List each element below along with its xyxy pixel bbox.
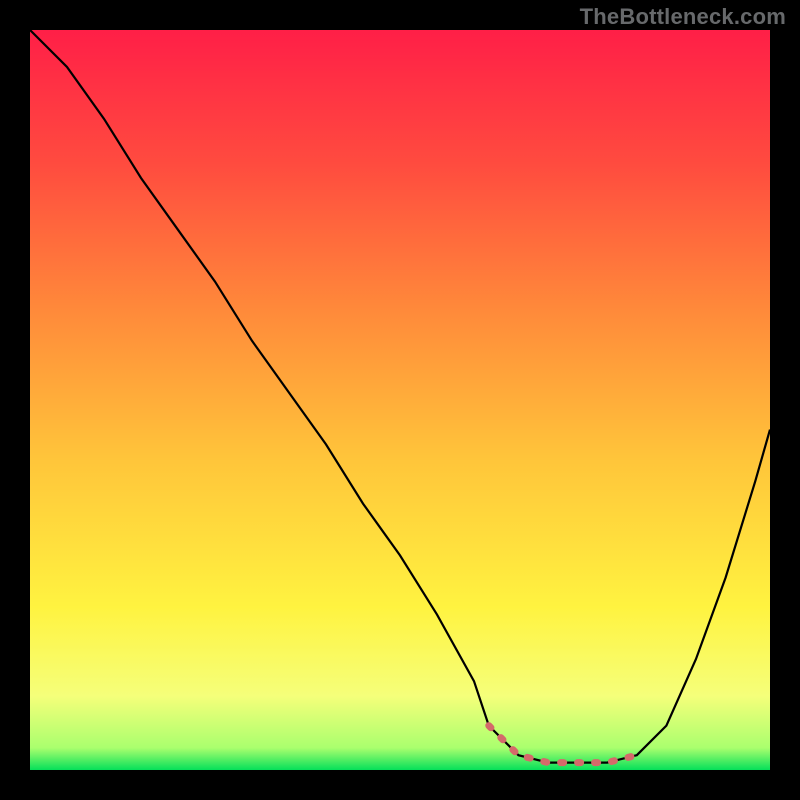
watermark-text: TheBottleneck.com bbox=[580, 4, 786, 30]
gradient-background bbox=[30, 30, 770, 770]
chart-svg bbox=[30, 30, 770, 770]
chart-frame: TheBottleneck.com bbox=[0, 0, 800, 800]
bottleneck-chart bbox=[30, 30, 770, 770]
